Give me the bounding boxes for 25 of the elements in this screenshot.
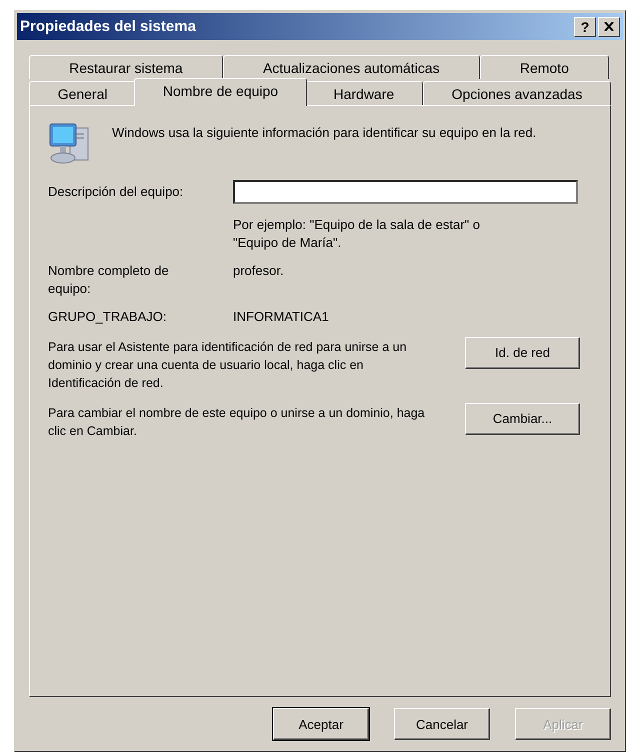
info-label: GRUPO_TRABAJO: — [48, 308, 168, 326]
instruction-text: Para cambiar el nombre de este equipo o unirse a un dominio, haga clic en Cambiar. — [48, 405, 426, 440]
tab[interactable]: Nombre de equipo — [134, 78, 307, 106]
close-icon — [604, 22, 614, 31]
close-button[interactable] — [598, 16, 620, 36]
dialog-button[interactable]: Cancelar — [394, 708, 490, 740]
description-field[interactable] — [233, 180, 578, 204]
info-label: Nombre completo de equipo: — [48, 262, 170, 298]
intro-text: Windows usa la siguiente información para identificar su equipo en la red. — [112, 124, 538, 142]
action-button[interactable]: Cambiar... — [465, 403, 580, 435]
help-button[interactable]: ? — [574, 16, 596, 36]
instruction-text: Para usar el Asistente para identificación de red para unirse a un dominio y crear una cuenta de usuario local, haga clic en Identificación de red. — [48, 339, 408, 392]
example-text: Por ejemplo: "Equipo de la sala de estar" o "Equipo de María". — [233, 216, 481, 252]
tab[interactable]: General — [29, 81, 136, 105]
info-value: INFORMATICA1 — [233, 308, 330, 326]
window-title: Propiedades del sistema — [20, 18, 197, 35]
action-button[interactable]: Id. de red — [465, 337, 580, 369]
tab[interactable]: Actualizaciones automáticas — [222, 55, 480, 79]
dialog-button[interactable]: Aceptar — [273, 708, 369, 740]
tab[interactable]: Hardware — [304, 81, 423, 105]
info-value: profesor. — [233, 262, 285, 280]
tab[interactable]: Remoto — [480, 55, 609, 79]
tab[interactable]: Opciones avanzadas — [422, 81, 612, 105]
field-label: Descripción del equipo: — [48, 183, 184, 201]
tab[interactable]: Restaurar sistema — [29, 55, 223, 79]
